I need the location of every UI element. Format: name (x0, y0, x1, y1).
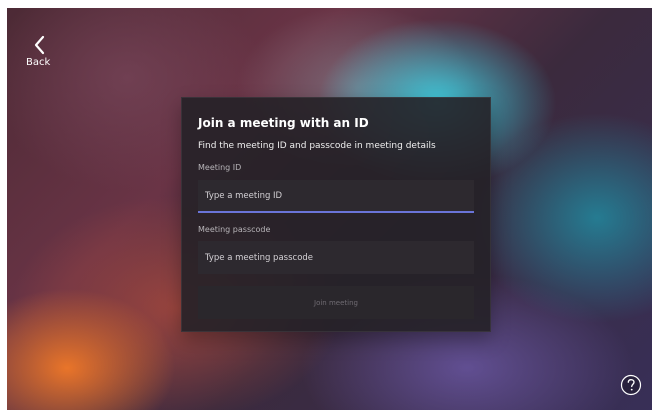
dialog-subtitle: Find the meeting ID and passcode in meet… (198, 141, 436, 151)
back-button[interactable]: Back (26, 35, 56, 73)
join-meeting-button[interactable]: Join meeting (198, 286, 474, 319)
back-label: Back (26, 57, 51, 68)
help-button[interactable] (620, 374, 642, 396)
meeting-join-screen: Back Join a meeting with an ID Find the … (7, 8, 652, 410)
meeting-passcode-input[interactable] (198, 241, 474, 274)
dialog-title: Join a meeting with an ID (198, 116, 369, 130)
join-meeting-dialog: Join a meeting with an ID Find the meeti… (181, 97, 491, 332)
meeting-id-input[interactable] (198, 180, 474, 213)
meeting-passcode-label: Meeting passcode (198, 225, 271, 234)
question-mark-icon (620, 374, 642, 396)
chevron-left-icon (34, 35, 45, 55)
meeting-id-label: Meeting ID (198, 163, 242, 172)
